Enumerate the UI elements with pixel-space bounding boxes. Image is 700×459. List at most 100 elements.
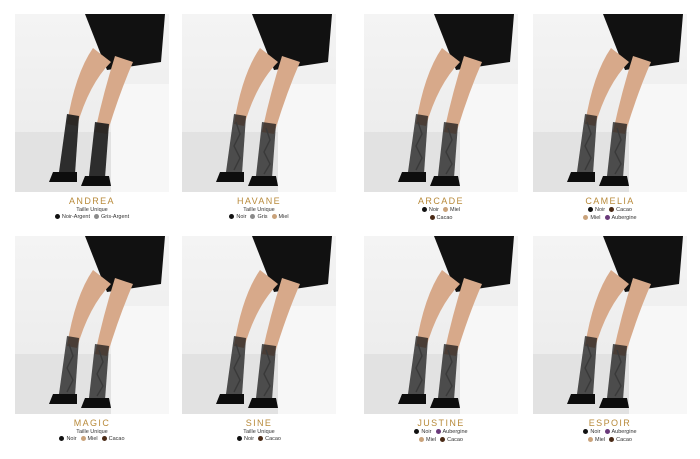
color-label: Cacao: [447, 437, 463, 443]
color-swatch-dot: [59, 436, 65, 441]
legs-illustration: [182, 14, 336, 192]
color-label: Cacao: [616, 437, 632, 443]
color-swatch-dot: [419, 437, 424, 442]
color-label: Cacao: [616, 207, 632, 213]
legs-illustration: [364, 14, 518, 192]
color-option: Gris: [250, 214, 268, 221]
color-label: Noir: [244, 436, 255, 442]
color-swatch-dot: [588, 437, 593, 442]
color-option: Cacao: [429, 215, 453, 222]
color-swatch-dot: [583, 429, 589, 434]
color-swatch-dot: [435, 429, 441, 434]
color-swatch-dot: [258, 436, 264, 441]
color-option: Noir-Argent: [54, 214, 90, 221]
color-option: Noir: [583, 429, 601, 436]
product-photo: [15, 14, 169, 192]
product-photo: [533, 236, 687, 414]
product-name: CAMELIA: [585, 196, 635, 206]
product-name: HAVANE: [236, 196, 282, 206]
color-label: Cacao: [265, 436, 281, 442]
color-option: Miel: [419, 437, 436, 444]
legs-illustration: [533, 236, 687, 414]
color-swatch-row: Noir Cacao: [182, 436, 336, 443]
color-swatch-dot: [604, 215, 610, 220]
color-label: Noir: [428, 207, 439, 213]
legs-illustration: [533, 14, 687, 192]
color-option: Gris-Argent: [94, 214, 129, 221]
color-option: Miel: [588, 437, 605, 444]
color-swatch-dot: [588, 207, 593, 212]
product-name: MAGIC: [73, 418, 111, 428]
color-label: Noir: [595, 207, 606, 213]
color-label: Gris: [257, 214, 268, 220]
legs-illustration: [182, 236, 336, 414]
color-swatch-row: Miel Cacao: [364, 437, 518, 444]
color-option: Noir: [414, 429, 432, 436]
product-name: ESPOIR: [588, 418, 632, 428]
color-option: Aubergine: [604, 429, 637, 436]
color-option: Aubergine: [604, 215, 637, 222]
product-size-note: Taille Unique: [243, 429, 275, 435]
product-name: ARCADE: [418, 196, 464, 206]
product-photo: [182, 14, 336, 192]
color-label: Cacao: [436, 215, 453, 221]
product-size-note: Taille Unique: [76, 207, 108, 213]
color-label: Noir: [236, 214, 247, 220]
color-swatch-row: Noir Gris Miel: [182, 214, 336, 221]
color-option: Miel: [443, 207, 460, 214]
color-option: Aubergine: [435, 429, 468, 436]
color-option: Noir: [421, 207, 439, 214]
color-swatch-row: Miel Cacao: [533, 437, 687, 444]
color-label: Miel: [590, 215, 601, 221]
color-option: Cacao: [440, 437, 463, 444]
color-label: Aubergine: [611, 429, 637, 435]
color-swatch-dot: [414, 429, 420, 434]
color-option: Noir: [229, 214, 246, 221]
color-option: Cacao: [258, 436, 281, 443]
product-photo: [182, 236, 336, 414]
color-label: Noir: [66, 436, 77, 442]
legs-illustration: [15, 14, 169, 192]
legs-illustration: [15, 236, 169, 414]
color-swatch-row: Noir Miel: [364, 207, 518, 214]
color-label: Gris-Argent: [101, 214, 130, 220]
color-swatch-dot: [440, 437, 446, 442]
color-swatch-dot: [271, 214, 277, 219]
color-swatch-row: Miel Aubergine: [533, 215, 687, 222]
color-label: Aubergine: [611, 215, 637, 221]
color-option: Noir: [59, 436, 77, 443]
color-swatch-dot: [429, 215, 435, 220]
legs-illustration: [364, 236, 518, 414]
product-photo: [15, 236, 169, 414]
color-option: Noir: [588, 207, 605, 214]
color-swatch-row: Noir Cacao: [533, 207, 687, 214]
product-size-note: Taille Unique: [76, 429, 108, 435]
color-swatch-dot: [443, 207, 448, 212]
product-photo: [364, 236, 518, 414]
color-option: Miel: [271, 214, 289, 221]
color-swatch-dot: [583, 215, 589, 220]
product-name: SINE: [245, 418, 273, 428]
color-label: Miel: [595, 437, 606, 443]
color-swatch-row: Noir Aubergine: [533, 429, 687, 436]
color-swatch-dot: [54, 214, 60, 219]
color-swatch-dot: [250, 214, 256, 219]
color-swatch-dot: [237, 436, 242, 441]
color-option: Cacao: [101, 436, 125, 443]
color-label: Cacao: [108, 436, 125, 442]
color-swatch-row: Noir-Argent Gris-Argent: [15, 214, 169, 221]
color-label: Noir: [421, 429, 432, 435]
color-swatch-row: Noir Miel Cacao: [15, 436, 169, 443]
product-name: JUSTINE: [417, 418, 465, 428]
color-option: Miel: [583, 215, 601, 222]
product-name: ANDREA: [69, 196, 115, 206]
color-swatch-dot: [609, 437, 615, 442]
color-option: Cacao: [609, 207, 632, 214]
color-swatch-dot: [94, 214, 99, 219]
color-swatch-dot: [80, 436, 86, 441]
color-option: Noir: [237, 436, 254, 443]
color-label: Noir-Argent: [61, 214, 90, 220]
color-swatch-dot: [229, 214, 235, 219]
product-photo: [364, 14, 518, 192]
color-label: Aubergine: [442, 429, 468, 435]
